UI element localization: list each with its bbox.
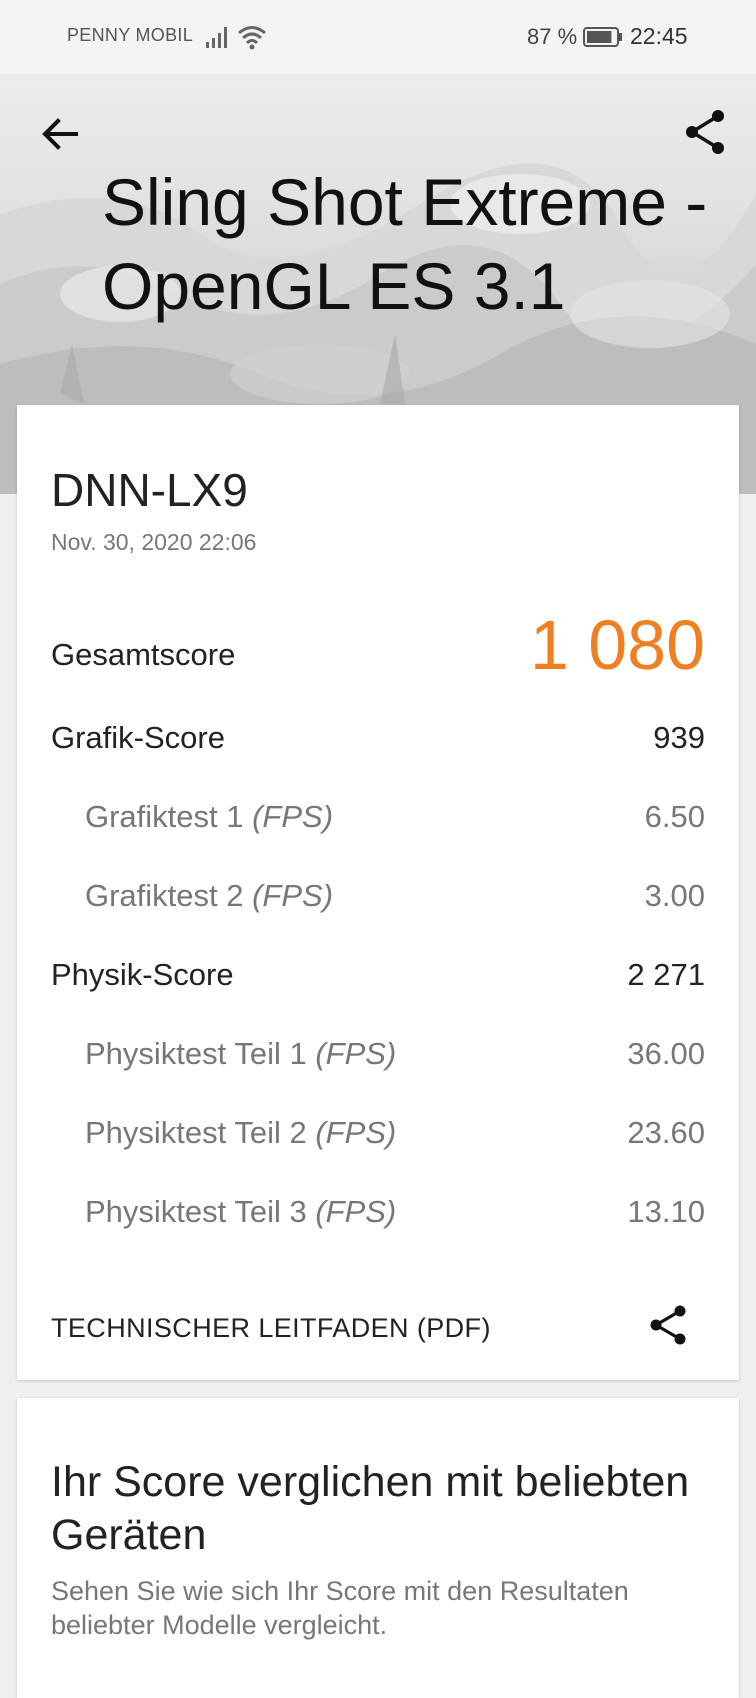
total-score-value: 1 080 <box>529 606 705 684</box>
physics-test-1-value: 36.00 <box>627 1036 705 1071</box>
comparison-title: Ihr Score verglichen mit beliebten Gerät… <box>51 1458 690 1559</box>
status-bar: PENNY MOBIL 87 % 22:45 <box>0 0 756 74</box>
total-score-label: Gesamtscore <box>51 637 236 672</box>
graphics-test-1-row: Grafiktest 1 (FPS) 6.50 <box>51 799 705 849</box>
graphics-score-row: Grafik-Score 939 <box>51 720 705 770</box>
back-arrow-icon[interactable] <box>36 110 84 158</box>
fps-unit: (FPS) <box>252 799 334 834</box>
graphics-test-2-label: Grafiktest 2 (FPS) <box>85 878 334 913</box>
physics-test-3-row: Physiktest Teil 3 (FPS) 13.10 <box>51 1194 705 1244</box>
physics-test-2-value: 23.60 <box>627 1115 705 1150</box>
physics-test-2-row: Physiktest Teil 2 (FPS) 23.60 <box>51 1115 705 1165</box>
physics-test-3-value: 13.10 <box>627 1194 705 1229</box>
graphics-test-2-value: 3.00 <box>644 878 705 913</box>
physics-test-2-label: Physiktest Teil 2 (FPS) <box>85 1115 397 1150</box>
graphics-score-label: Grafik-Score <box>51 720 225 755</box>
device-name: DNN-LX9 <box>51 464 248 516</box>
wifi-icon <box>238 26 266 50</box>
fps-unit: (FPS) <box>315 1115 397 1150</box>
carrier-name: PENNY MOBIL <box>67 25 194 45</box>
physics-test-1-label: Physiktest Teil 1 (FPS) <box>85 1036 397 1071</box>
physics-test-3-label: Physiktest Teil 3 (FPS) <box>85 1194 397 1229</box>
signal-icon <box>206 27 227 48</box>
battery-icon <box>583 27 622 47</box>
graphics-score-value: 939 <box>653 720 705 755</box>
comparison-description: Sehen Sie wie sich Ihr Score mit den Res… <box>51 1576 629 1640</box>
graphics-test-1-value: 6.50 <box>644 799 705 834</box>
fps-unit: (FPS) <box>252 878 334 913</box>
fps-unit: (FPS) <box>315 1194 397 1229</box>
share-result-icon[interactable] <box>645 1301 693 1349</box>
graphics-test-2-row: Grafiktest 2 (FPS) 3.00 <box>51 878 705 928</box>
physics-test-1-row: Physiktest Teil 1 (FPS) 36.00 <box>51 1036 705 1086</box>
clock: 22:45 <box>630 23 688 49</box>
total-score-row: Gesamtscore 1 080 <box>51 605 705 695</box>
result-date: Nov. 30, 2020 22:06 <box>51 529 257 555</box>
share-icon[interactable] <box>680 106 732 158</box>
result-card: DNN-LX9 Nov. 30, 2020 22:06 Gesamtscore … <box>17 405 739 1380</box>
battery-percent: 87 % <box>527 24 578 49</box>
physics-score-row: Physik-Score 2 271 <box>51 957 705 1007</box>
physics-score-label: Physik-Score <box>51 957 234 992</box>
physics-score-value: 2 271 <box>627 957 705 992</box>
fps-unit: (FPS) <box>315 1036 397 1071</box>
comparison-card[interactable]: Ihr Score verglichen mit beliebten Gerät… <box>17 1398 739 1698</box>
technical-guide-pdf-link[interactable]: TECHNISCHER LEITFADEN (PDF) <box>51 1313 491 1344</box>
page-title: Sling Shot Extreme - OpenGL ES 3.1 <box>102 165 708 323</box>
graphics-test-1-label: Grafiktest 1 (FPS) <box>85 799 334 834</box>
